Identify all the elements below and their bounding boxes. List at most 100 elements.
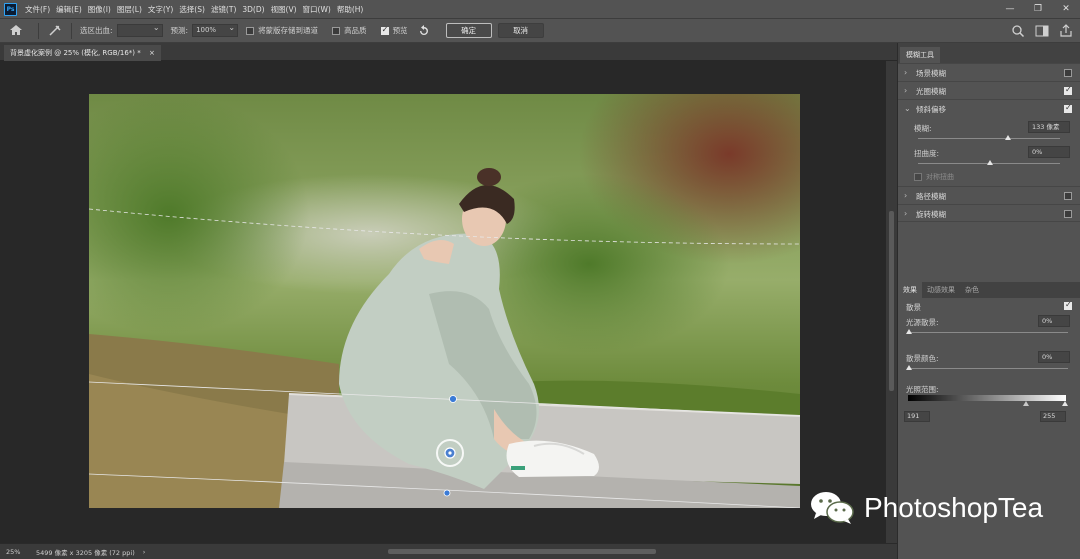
- bokeh-color-label: 散景颜色:: [906, 354, 939, 363]
- separator: [38, 22, 39, 39]
- preview-label: 预测:: [170, 26, 189, 35]
- light-range-min-thumb[interactable]: [1023, 401, 1029, 406]
- share-icon[interactable]: [1058, 23, 1074, 39]
- bokeh-color-slider[interactable]: [908, 368, 1068, 369]
- menu-help[interactable]: 帮助(H): [337, 4, 364, 15]
- menu-file[interactable]: 文件(F): [25, 4, 50, 15]
- vertical-scrollbar[interactable]: [886, 61, 897, 543]
- blur-amount-slider-thumb[interactable]: [1005, 135, 1012, 140]
- iris-blur-row[interactable]: › 光圈模糊: [898, 81, 1080, 99]
- document-tab[interactable]: 背景虚化案例 @ 25% (模化, RGB/16*) * ×: [4, 45, 161, 61]
- home-icon[interactable]: [8, 22, 30, 40]
- symmetric-distortion-checkbox[interactable]: [914, 173, 922, 181]
- path-blur-checkbox[interactable]: [1064, 192, 1072, 200]
- path-blur-row[interactable]: › 路径模糊: [898, 186, 1080, 204]
- panel-spacer: [898, 222, 1080, 282]
- close-tab-icon[interactable]: ×: [149, 49, 155, 57]
- status-bar: 25% 5499 像素 x 3205 像素 (72 ppi) ›: [0, 543, 897, 559]
- tilt-shift-label: 倾斜偏移: [916, 105, 946, 114]
- iris-blur-checkbox[interactable]: [1064, 85, 1072, 95]
- distortion-input[interactable]: 0%: [1028, 146, 1070, 158]
- tab-blur-tools[interactable]: 模糊工具: [900, 47, 940, 63]
- save-mask-checkbox[interactable]: [246, 26, 255, 35]
- tab-noise[interactable]: 杂色: [960, 282, 984, 298]
- menu-layer[interactable]: 图层(L): [117, 4, 142, 15]
- horizontal-scroll-thumb[interactable]: [388, 549, 656, 554]
- document-title: 背景虚化案例 @ 25% (模化, RGB/16*) *: [10, 49, 141, 57]
- bokeh-color-slider-thumb[interactable]: [906, 365, 912, 370]
- selection-bleed-input[interactable]: [116, 22, 163, 37]
- search-icon[interactable]: [1010, 23, 1026, 39]
- spin-blur-checkbox[interactable]: [1064, 210, 1072, 218]
- menu-view[interactable]: 视图(V): [271, 4, 297, 15]
- menu-bar: Ps 文件(F) 编辑(E) 图像(I) 图层(L) 文字(Y) 选择(S) 滤…: [0, 0, 1080, 18]
- zoom-level[interactable]: 25%: [6, 548, 32, 556]
- menu-filter[interactable]: 滤镜(T): [211, 4, 236, 15]
- watermark-text: PhotoshopTea: [864, 492, 1044, 523]
- menu-image[interactable]: 图像(I): [88, 4, 111, 15]
- watermark: PhotoshopTea: [808, 488, 1043, 528]
- distortion-control: 扭曲度: 0%: [898, 145, 1080, 170]
- bokeh-checkbox[interactable]: [1064, 300, 1072, 310]
- chevron-down-icon[interactable]: ⌄: [904, 104, 911, 113]
- tilt-shift-checkbox[interactable]: [1064, 103, 1072, 113]
- light-bokeh-slider-thumb[interactable]: [906, 329, 912, 334]
- chevron-right-icon[interactable]: ›: [904, 209, 907, 218]
- tab-effects[interactable]: 效果: [898, 282, 922, 298]
- tilt-shift-row[interactable]: ⌄ 倾斜偏移: [898, 99, 1080, 117]
- effects-tab-bar: 效果 动感效果 杂色: [898, 282, 1080, 298]
- field-blur-label: 场景模糊: [916, 69, 946, 78]
- chevron-right-icon[interactable]: ›: [904, 68, 907, 77]
- photoshop-logo-icon: Ps: [4, 2, 17, 16]
- path-blur-label: 路径模糊: [916, 192, 946, 201]
- preview-select[interactable]: 100%: [192, 22, 239, 37]
- symmetric-distortion-label: 对称扭曲: [926, 173, 954, 181]
- blur-tool-icon[interactable]: [47, 23, 63, 39]
- ok-button[interactable]: 确定: [445, 23, 492, 38]
- menu-type[interactable]: 文字(Y): [148, 4, 173, 15]
- status-menu-arrow[interactable]: ›: [143, 548, 146, 556]
- high-quality-checkbox[interactable]: [332, 26, 341, 35]
- high-quality-label: 高品质: [344, 26, 367, 35]
- close-window-button[interactable]: ✕: [1052, 0, 1080, 18]
- chevron-right-icon[interactable]: ›: [904, 191, 907, 200]
- bokeh-color-input[interactable]: 0%: [1038, 351, 1070, 363]
- tab-motion-effects[interactable]: 动感效果: [922, 282, 960, 298]
- options-right-icons: [1002, 23, 1074, 39]
- blur-tools-panel: 模糊工具 › 场景模糊 › 光圈模糊 ⌄ 倾斜偏移 模糊: 133 像素 扭曲度…: [897, 43, 1080, 559]
- photo-canvas[interactable]: [89, 94, 800, 508]
- canvas-area[interactable]: [0, 61, 886, 543]
- iris-blur-label: 光圈模糊: [916, 87, 946, 96]
- vertical-scroll-thumb[interactable]: [889, 211, 894, 391]
- symmetric-distortion-control: 对称扭曲: [898, 170, 1080, 186]
- light-bokeh-input[interactable]: 0%: [1038, 315, 1070, 327]
- horizontal-scrollbar[interactable]: [160, 548, 880, 555]
- workspace-icon[interactable]: [1034, 23, 1050, 39]
- light-range-max-input[interactable]: 255: [1040, 411, 1066, 422]
- light-range-gradient[interactable]: [908, 395, 1066, 401]
- field-blur-row[interactable]: › 场景模糊: [898, 63, 1080, 81]
- light-range-control: 光照范围: 191 255: [898, 384, 1080, 424]
- separator: [71, 22, 72, 39]
- light-range-label: 光照范围:: [906, 385, 939, 394]
- light-bokeh-slider[interactable]: [908, 332, 1068, 333]
- reset-icon[interactable]: [416, 23, 432, 39]
- minimize-button[interactable]: —: [996, 0, 1024, 18]
- field-blur-checkbox[interactable]: [1064, 69, 1072, 77]
- blur-amount-slider[interactable]: [918, 138, 1060, 139]
- chevron-right-icon[interactable]: ›: [904, 86, 907, 95]
- menu-window[interactable]: 窗口(W): [303, 4, 331, 15]
- menu-edit[interactable]: 编辑(E): [56, 4, 82, 15]
- preview-checkbox[interactable]: [380, 25, 389, 35]
- menu-select[interactable]: 选择(S): [179, 4, 205, 15]
- spin-blur-row[interactable]: › 旋转模糊: [898, 204, 1080, 222]
- maximize-button[interactable]: ❐: [1024, 0, 1052, 18]
- blur-amount-input[interactable]: 133 像素: [1028, 121, 1070, 133]
- distortion-slider-thumb[interactable]: [986, 160, 993, 165]
- light-range-max-thumb[interactable]: [1062, 401, 1068, 406]
- spin-blur-label: 旋转模糊: [916, 210, 946, 219]
- save-mask-label: 将蒙版存储到通道: [258, 26, 319, 35]
- menu-3d[interactable]: 3D(D): [242, 5, 264, 14]
- light-range-min-input[interactable]: 191: [904, 411, 930, 422]
- cancel-button[interactable]: 取消: [497, 23, 544, 38]
